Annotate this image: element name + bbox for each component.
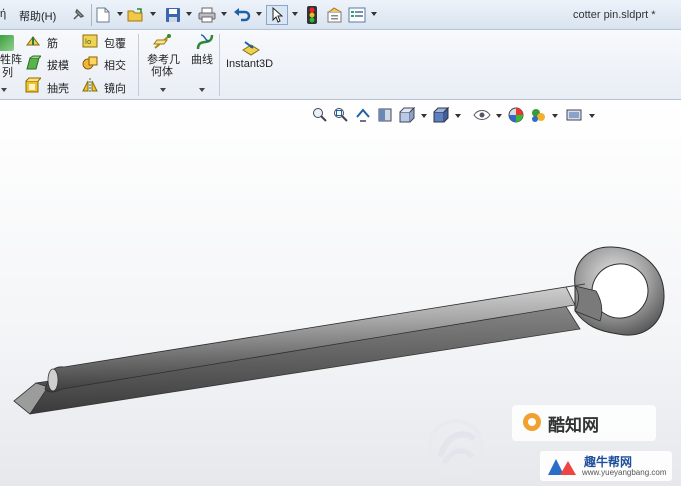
rib-label[interactable]: 筋 xyxy=(47,35,58,51)
pattern-dropdown-arrow-icon[interactable] xyxy=(1,88,7,92)
view-orientation-icon[interactable] xyxy=(399,106,416,123)
reference-geometry-dropdown-arrow-icon[interactable] xyxy=(160,88,166,92)
hide-show-dropdown-arrow-icon[interactable] xyxy=(496,114,502,118)
intersect-label[interactable]: 相交 xyxy=(104,57,126,73)
svg-text:lo: lo xyxy=(85,38,91,46)
hide-show-items-icon[interactable] xyxy=(472,107,492,123)
upper-leg-end-face xyxy=(47,368,59,392)
watermark-brand-icon xyxy=(523,413,541,431)
open-folder-icon[interactable] xyxy=(126,5,146,25)
undo-dropdown-arrow-icon[interactable] xyxy=(256,12,262,16)
watermark-brand-text: 酷知网 xyxy=(548,416,599,435)
reference-geometry-label-2: 何体 xyxy=(151,66,173,78)
display-style-dropdown-arrow-icon[interactable] xyxy=(455,114,461,118)
undo-icon[interactable] xyxy=(232,5,252,25)
new-document-icon[interactable] xyxy=(94,5,112,25)
print-dropdown-arrow-icon[interactable] xyxy=(221,12,227,16)
intersect-icon[interactable] xyxy=(82,55,98,71)
display-style-icon[interactable] xyxy=(433,106,450,123)
file-properties-icon[interactable] xyxy=(325,5,345,25)
save-icon[interactable] xyxy=(163,5,183,25)
title-menu-bar: ή 帮助(H) cotter pin.sldprt * xyxy=(0,0,681,30)
wrap-label[interactable]: 包覆 xyxy=(104,35,126,51)
rebuild-traffic-light-icon[interactable] xyxy=(305,5,319,25)
save-dropdown-arrow-icon[interactable] xyxy=(186,12,192,16)
shell-label[interactable]: 抽壳 xyxy=(47,80,69,96)
curves-dropdown-arrow-icon[interactable] xyxy=(199,88,205,92)
new-dropdown-arrow-icon[interactable] xyxy=(117,12,123,16)
view-orientation-dropdown-arrow-icon[interactable] xyxy=(421,114,427,118)
pattern-label-2: 列 xyxy=(2,67,13,79)
watermark-site-url: www.yueyangbang.com xyxy=(582,468,667,477)
view-settings-dropdown-arrow-icon[interactable] xyxy=(589,114,595,118)
reference-geometry-icon[interactable] xyxy=(152,32,174,52)
watermark-brand-box: 酷知网 xyxy=(512,405,656,441)
graphics-viewport[interactable]: 酷知网 趣牛帮网 www.yueyangbang.com xyxy=(0,101,681,486)
edit-appearance-icon[interactable] xyxy=(508,107,524,123)
wrap-icon[interactable]: lo xyxy=(82,33,98,49)
zoom-to-fit-icon[interactable] xyxy=(312,107,328,123)
mirror-icon[interactable] xyxy=(82,77,98,93)
feature-ribbon: 牲阵 列 筋 拔模 抽壳 lo 包覆 相交 镜向 参考几 何体 曲线 Insta… xyxy=(0,30,681,100)
document-title: cotter pin.sldprt * xyxy=(573,9,656,21)
toolbar-separator xyxy=(91,4,92,26)
options-icon[interactable] xyxy=(347,5,367,25)
apply-scene-icon[interactable] xyxy=(530,107,546,123)
previous-view-icon[interactable] xyxy=(355,107,371,123)
ribbon-separator xyxy=(138,34,139,96)
select-dropdown-arrow-icon[interactable] xyxy=(292,12,298,16)
watermark-site-box: 趣牛帮网 www.yueyangbang.com xyxy=(540,451,672,481)
menu-item-help[interactable]: 帮助(H) xyxy=(19,8,56,24)
pushpin-icon[interactable] xyxy=(67,5,89,25)
watermark-site-icon xyxy=(548,459,576,475)
instant3d-icon[interactable] xyxy=(241,40,261,56)
pattern-icon[interactable] xyxy=(0,35,14,51)
zoom-to-area-icon[interactable] xyxy=(333,107,349,123)
curves-icon[interactable] xyxy=(195,32,215,52)
watermark-logo-icon xyxy=(428,419,484,475)
instant3d-label[interactable]: Instant3D xyxy=(226,58,273,70)
view-settings-icon[interactable] xyxy=(566,107,582,123)
open-dropdown-arrow-icon[interactable] xyxy=(150,12,156,16)
draft-icon[interactable] xyxy=(25,55,43,71)
rib-icon[interactable] xyxy=(25,33,41,49)
menu-item-partial[interactable]: ή xyxy=(0,8,6,20)
curves-label[interactable]: 曲线 xyxy=(191,51,213,67)
cotter-pin-lower-leg xyxy=(13,304,581,415)
apply-scene-dropdown-arrow-icon[interactable] xyxy=(552,114,558,118)
section-view-icon[interactable] xyxy=(377,107,393,123)
shell-icon[interactable] xyxy=(25,77,43,93)
ribbon-separator-2 xyxy=(219,34,220,96)
print-icon[interactable] xyxy=(197,5,217,25)
select-cursor-icon[interactable] xyxy=(266,5,288,25)
draft-label[interactable]: 拔模 xyxy=(47,57,69,73)
mirror-label[interactable]: 镜向 xyxy=(104,80,126,96)
options-dropdown-arrow-icon[interactable] xyxy=(371,12,377,16)
